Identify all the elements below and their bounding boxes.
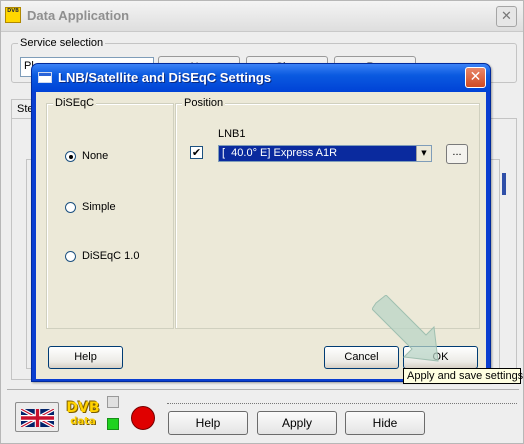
- lnb1-label: LNB1: [218, 128, 246, 140]
- toolbar-separator: [167, 403, 517, 404]
- dialog-title: LNB/Satellite and DiSEqC Settings: [58, 70, 272, 85]
- radio-simple-indicator[interactable]: [65, 202, 76, 213]
- lnb1-enable-checkbox[interactable]: ✔: [190, 146, 203, 159]
- ok-tooltip: Apply and save settings: [403, 368, 523, 384]
- lnb1-satellite-value: [ 40.0° E] Express A1R: [222, 147, 338, 159]
- record-button[interactable]: [131, 406, 155, 430]
- uk-flag-icon: [21, 409, 54, 427]
- bottom-toolbar: DVB data Help Apply Hide: [7, 389, 519, 439]
- chevron-down-icon[interactable]: ▼: [416, 146, 431, 161]
- status-led-off: [107, 396, 119, 408]
- main-window-title: Data Application: [27, 8, 130, 23]
- dvb-logo-bottom: data: [70, 416, 96, 427]
- position-group-label: Position: [182, 97, 226, 109]
- radio-diseqc10-label[interactable]: DiSEqC 1.0: [82, 250, 139, 262]
- main-close-button[interactable]: ✕: [496, 6, 517, 27]
- dvb-logo-top: DVB: [66, 400, 100, 416]
- main-titlebar[interactable]: DVB Data Application ✕: [1, 1, 523, 32]
- dvb-data-logo: DVB data: [63, 400, 103, 434]
- parent-selection-strip: [502, 173, 506, 195]
- language-flag-button[interactable]: [15, 402, 59, 432]
- radio-none-label[interactable]: None: [82, 150, 108, 162]
- radio-diseqc10-indicator[interactable]: [65, 251, 76, 262]
- diseqc-group: DiSEqC None Simple DiSEqC 1.0: [46, 97, 174, 329]
- service-selection-label: Service selection: [18, 37, 106, 49]
- footer-help-button[interactable]: Help: [168, 411, 248, 435]
- lnb1-browse-button[interactable]: ...: [446, 144, 468, 164]
- app-icon: DVB: [5, 7, 21, 23]
- status-led-on: [107, 418, 119, 430]
- dialog-help-button[interactable]: Help: [48, 346, 123, 369]
- diseqc-group-label: DiSEqC: [53, 97, 97, 109]
- dialog-close-button[interactable]: ✕: [465, 67, 486, 88]
- hide-button[interactable]: Hide: [345, 411, 425, 435]
- radio-none-indicator[interactable]: [65, 151, 76, 162]
- apply-button[interactable]: Apply: [257, 411, 337, 435]
- lnb1-satellite-select[interactable]: [ 40.0° E] Express A1R ▼: [218, 145, 432, 162]
- radio-simple-label[interactable]: Simple: [82, 201, 116, 213]
- dialog-titlebar[interactable]: LNB/Satellite and DiSEqC Settings ✕: [32, 64, 490, 92]
- window-icon: [38, 72, 52, 83]
- pointer-arrow-icon: [372, 295, 439, 362]
